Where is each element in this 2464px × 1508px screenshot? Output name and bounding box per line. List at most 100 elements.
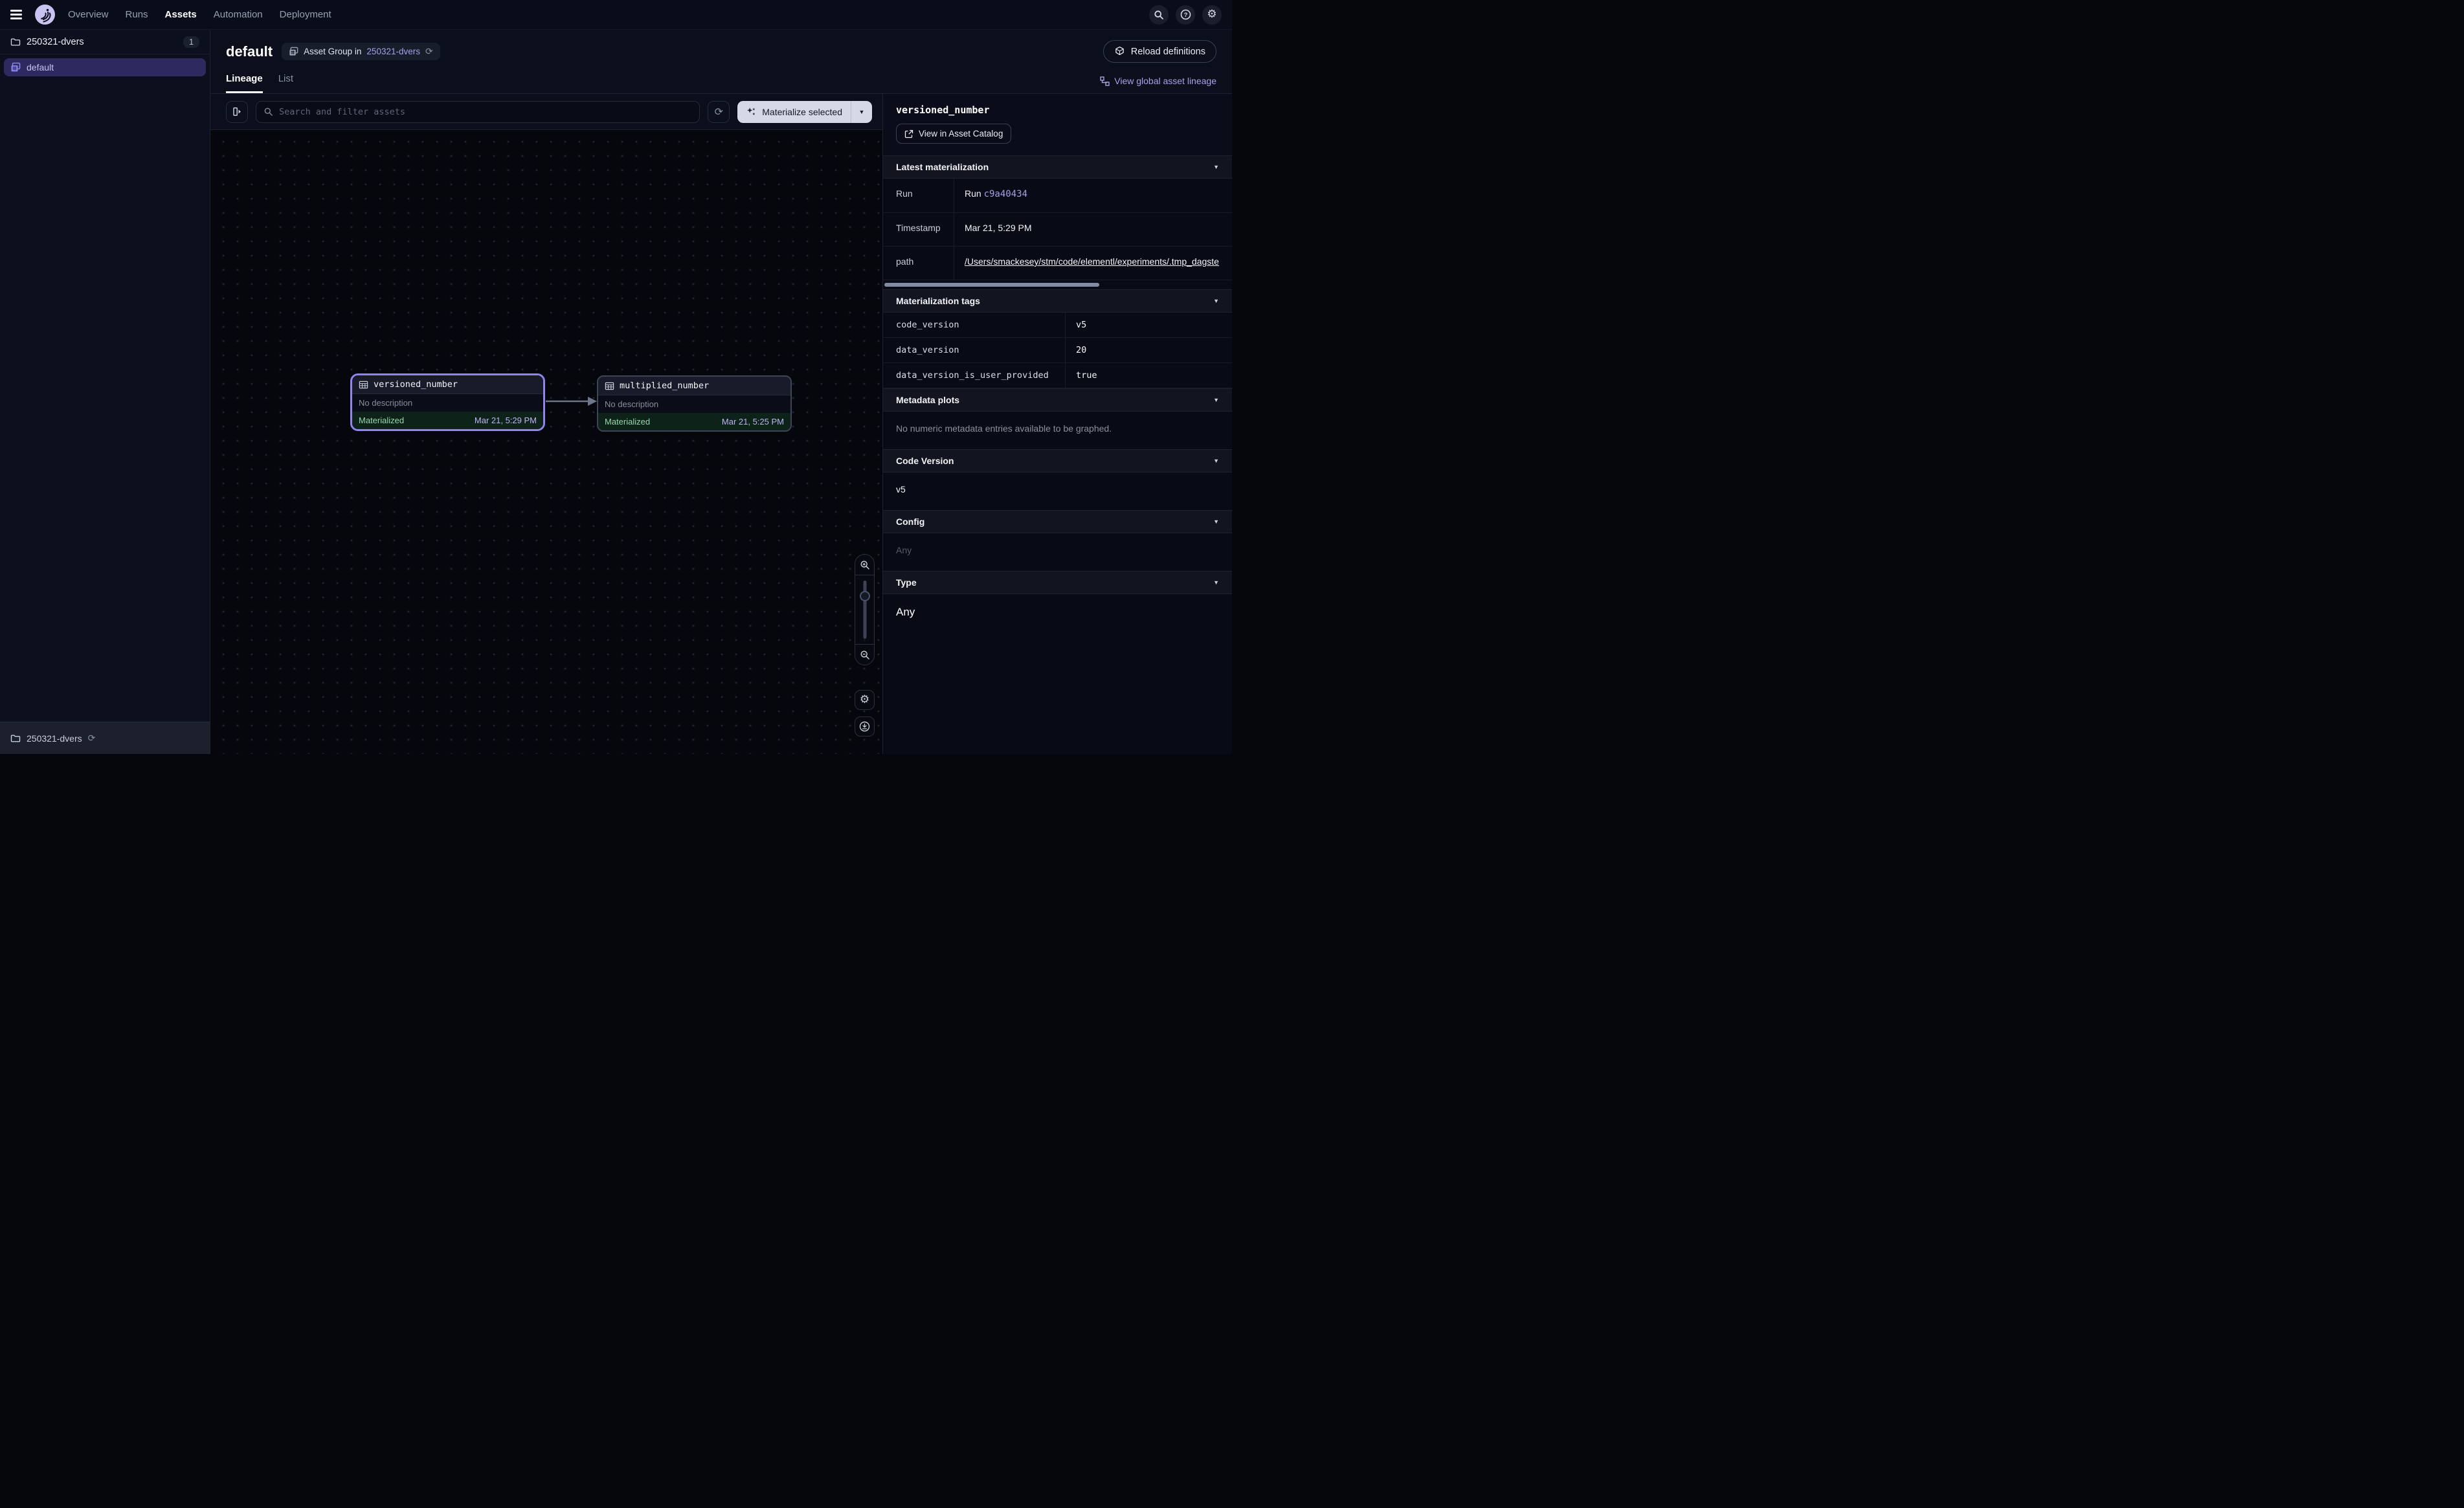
view-in-asset-catalog-button[interactable]: View in Asset Catalog: [896, 124, 1011, 144]
folder-icon: [10, 37, 21, 47]
asset-node-timestamp: Mar 21, 5:29 PM: [475, 416, 537, 425]
refresh-icon[interactable]: ⟳: [425, 47, 433, 56]
lineage-graph-icon: [1100, 76, 1110, 86]
lineage-graph-canvas[interactable]: versioned_number No description Material…: [210, 130, 882, 754]
view-global-asset-lineage-link[interactable]: View global asset lineage: [1100, 76, 1216, 93]
table-row-timestamp: Timestamp Mar 21, 5:29 PM: [883, 213, 1232, 247]
asset-group-badge: Asset Group in 250321-dvers ⟳: [282, 43, 440, 60]
reload-definitions-button[interactable]: Reload definitions: [1103, 40, 1216, 63]
table-icon: [605, 381, 614, 391]
refresh-graph-button[interactable]: ⟳: [708, 101, 730, 123]
panel-asset-title: versioned_number: [896, 104, 1219, 116]
chevron-down-icon: ▼: [1213, 298, 1219, 304]
sidebar-item-default-group[interactable]: default: [4, 58, 206, 76]
asset-node-name: multiplied_number: [620, 381, 709, 391]
table-row: data_version_is_user_provided true: [883, 363, 1232, 388]
help-icon[interactable]: ?: [1176, 5, 1195, 25]
zoom-slider[interactable]: [855, 575, 874, 644]
settings-gear-icon[interactable]: ⚙: [1202, 5, 1222, 25]
asset-node-name: versioned_number: [374, 379, 458, 390]
path-link[interactable]: /Users/smackesey/stm/code/elementl/exper…: [965, 256, 1219, 267]
sparkles-icon: [746, 106, 757, 117]
page-header: default Asset Group in 250321-dvers ⟳: [210, 30, 1232, 94]
materialize-dropdown-caret[interactable]: ▼: [851, 101, 872, 123]
graph-settings-button[interactable]: ⚙: [855, 690, 875, 710]
dagster-logo[interactable]: [35, 5, 55, 25]
download-graph-button[interactable]: [855, 716, 875, 737]
chevron-down-icon: ▼: [1213, 397, 1219, 403]
app-root: Overview Runs Assets Automation Deployme…: [0, 0, 1232, 754]
row-label: path: [883, 247, 954, 280]
tag-key: data_version_is_user_provided: [883, 363, 1066, 388]
zoom-slider-thumb[interactable]: [860, 591, 870, 601]
tab-list[interactable]: List: [278, 73, 293, 93]
nav-item-assets[interactable]: Assets: [165, 9, 197, 20]
asset-detail-panel: versioned_number View in Asset Catalog L…: [882, 94, 1232, 754]
asset-node-versioned-number[interactable]: versioned_number No description Material…: [350, 373, 545, 431]
materialization-tags-table: code_version v5 data_version 20 data_ver…: [883, 313, 1232, 388]
search-icon: [263, 107, 273, 116]
nav-item-overview[interactable]: Overview: [68, 9, 109, 20]
asset-group-icon: [10, 62, 21, 72]
section-config[interactable]: Config ▼: [883, 510, 1232, 533]
page-title: default: [226, 43, 273, 60]
section-heading: Code Version: [896, 456, 954, 466]
section-type[interactable]: Type ▼: [883, 571, 1232, 594]
tab-lineage[interactable]: Lineage: [226, 73, 263, 93]
refresh-icon[interactable]: ⟳: [88, 734, 96, 743]
search-input[interactable]: [279, 107, 692, 117]
asset-group-icon: [289, 47, 298, 56]
zoom-controls: [855, 554, 875, 665]
table-row: data_version 20: [883, 338, 1232, 363]
expand-panel-button[interactable]: [226, 101, 248, 123]
asset-group-badge-text: Asset Group in: [304, 47, 361, 56]
config-value: Any: [883, 533, 1232, 571]
code-version-value: v5: [883, 472, 1232, 510]
sidebar-repo-name: 250321-dvers: [27, 37, 84, 47]
nav-item-deployment[interactable]: Deployment: [280, 9, 331, 20]
run-id-link[interactable]: c9a40434: [984, 189, 1027, 199]
asset-group-repo-link[interactable]: 250321-dvers: [366, 47, 420, 56]
section-code-version[interactable]: Code Version ▼: [883, 449, 1232, 472]
row-label: Timestamp: [883, 213, 954, 246]
nav-item-automation[interactable]: Automation: [214, 9, 263, 20]
sidebar-footer: 250321-dvers ⟳: [0, 722, 210, 754]
table-icon: [359, 380, 368, 390]
horizontal-scrollbar[interactable]: [884, 283, 1099, 287]
tag-key: data_version: [883, 338, 1066, 362]
svg-text:?: ?: [1183, 12, 1187, 19]
reload-cube-icon: [1114, 46, 1125, 57]
nav-actions: ? ⚙: [1149, 5, 1222, 25]
section-materialization-tags[interactable]: Materialization tags ▼: [883, 289, 1232, 313]
footer-repo-name: 250321-dvers: [27, 733, 82, 744]
zoom-out-button[interactable]: [855, 644, 874, 665]
view-in-asset-catalog-label: View in Asset Catalog: [919, 129, 1003, 139]
section-metadata-plots[interactable]: Metadata plots ▼: [883, 388, 1232, 412]
asset-node-status: Materialized: [605, 417, 650, 427]
lineage-edge-arrow: [545, 394, 599, 408]
section-heading: Latest materialization: [896, 162, 989, 172]
sidebar-repo-count-badge: 1: [183, 36, 199, 48]
materialize-selected-button[interactable]: Materialize selected ▼: [737, 101, 872, 123]
tag-key: code_version: [883, 313, 1066, 337]
type-value: Any: [883, 594, 1232, 634]
asset-node-description: No description: [598, 395, 790, 413]
expand-panel-icon: [232, 106, 243, 117]
zoom-in-button[interactable]: [855, 555, 874, 575]
folder-icon: [10, 733, 21, 744]
sidebar-group-label: default: [27, 62, 54, 72]
section-latest-materialization[interactable]: Latest materialization ▼: [883, 155, 1232, 179]
table-row-run: Run Run c9a40434: [883, 179, 1232, 213]
run-prefix: Run: [965, 188, 984, 199]
search-icon[interactable]: [1149, 5, 1169, 25]
asset-node-status: Materialized: [359, 416, 404, 425]
timestamp-value: Mar 21, 5:29 PM: [954, 213, 1232, 246]
hamburger-menu-icon[interactable]: [10, 10, 22, 19]
tabs: Lineage List View global asset lineage: [226, 73, 1216, 93]
asset-node-multiplied-number[interactable]: multiplied_number No description Materia…: [597, 375, 792, 432]
materialize-selected-label: Materialize selected: [762, 107, 842, 117]
asset-node-description: No description: [352, 394, 543, 412]
sidebar-repo-row[interactable]: 250321-dvers 1: [0, 30, 210, 54]
nav-links: Overview Runs Assets Automation Deployme…: [68, 9, 331, 20]
nav-item-runs[interactable]: Runs: [126, 9, 148, 20]
